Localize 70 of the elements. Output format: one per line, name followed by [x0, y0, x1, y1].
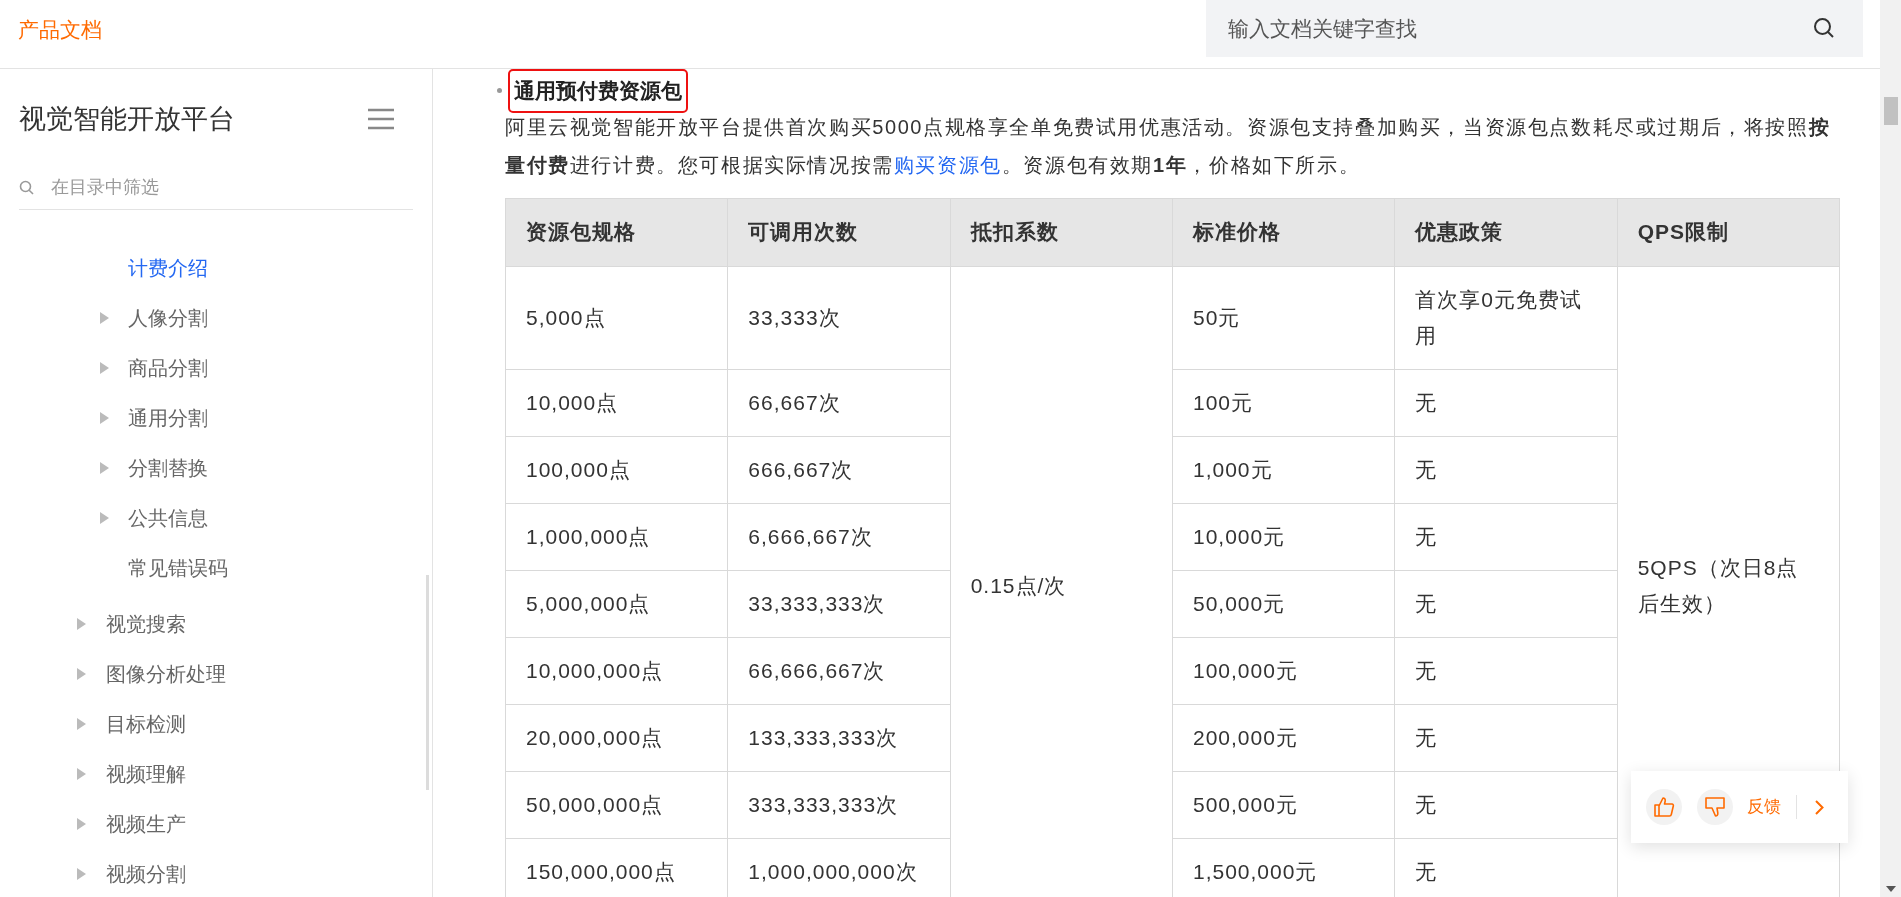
table-cell: 首次享0元免费试用 — [1394, 266, 1618, 369]
table-cell: 100,000点 — [505, 436, 728, 503]
scrollbar-thumb[interactable] — [426, 575, 429, 790]
table-cell: 33,333次 — [727, 266, 951, 369]
table-cell: 20,000,000点 — [505, 704, 728, 771]
feedback-button[interactable]: 反馈 — [1747, 794, 1781, 820]
column-header: 标准价格 — [1172, 198, 1395, 266]
sidebar-item[interactable]: 常见错误码 — [128, 553, 228, 583]
sidebar-item[interactable]: 分割替换 — [128, 453, 208, 483]
expand-arrow-icon[interactable] — [100, 462, 109, 474]
page-scrollbar[interactable] — [1880, 0, 1901, 897]
table-cell: 10,000,000点 — [505, 637, 728, 704]
expand-arrow-icon[interactable] — [100, 362, 109, 374]
scroll-down-icon[interactable] — [1885, 886, 1896, 892]
expand-arrow-icon[interactable] — [77, 818, 86, 830]
table-cell: 10,000元 — [1172, 503, 1395, 570]
sidebar-item[interactable]: 目标检测 — [106, 709, 186, 739]
sidebar-item[interactable]: 通用分割 — [128, 403, 208, 433]
table-cell: 150,000,000点 — [505, 838, 728, 897]
thumbs-down-button[interactable] — [1697, 789, 1733, 825]
column-header: QPS限制 — [1617, 198, 1840, 266]
expand-arrow-icon[interactable] — [100, 312, 109, 324]
section-heading: 通用预付费资源包 — [510, 71, 686, 111]
sidebar-item[interactable]: 计费介绍 — [128, 253, 208, 283]
table-cell: 10,000点 — [505, 369, 728, 436]
column-header: 资源包规格 — [505, 198, 728, 266]
table-cell: 100元 — [1172, 369, 1395, 436]
filter-field[interactable]: 在目录中筛选 — [19, 166, 413, 210]
table-cell: 5,000点 — [505, 266, 728, 369]
sidebar-item[interactable]: 商品分割 — [128, 353, 208, 383]
table-cell: 1,000元 — [1172, 436, 1395, 503]
table-cell: 100,000元 — [1172, 637, 1395, 704]
search-icon — [19, 180, 34, 195]
buy-link[interactable]: 购买资源包 — [893, 153, 1002, 176]
expand-arrow-icon[interactable] — [100, 512, 109, 524]
thumbs-up-icon — [1653, 796, 1675, 818]
expand-arrow-icon[interactable] — [77, 618, 86, 630]
table-cell: 50元 — [1172, 266, 1395, 369]
intro-paragraph: 阿里云视觉智能开放平台提供首次购买5000点规格享全单免费试用优惠活动。资源包支持叠加购买，当资源包点数耗尽或过期后，将按照按量付费进行计费。您可根据实际情况按需购买资源包。资源包有效期1年，价格如下所示。 — [505, 114, 1832, 178]
bullet-icon — [497, 88, 502, 94]
column-header: 优惠政策 — [1394, 198, 1618, 266]
table-cell: 50,000,000点 — [505, 771, 728, 838]
search-icon[interactable] — [1813, 17, 1835, 39]
expand-arrow-icon[interactable] — [77, 868, 86, 880]
expand-arrow-icon[interactable] — [77, 668, 86, 680]
sidebar-item[interactable]: 公共信息 — [128, 503, 208, 533]
sidebar-title: 视觉智能开放平台 — [19, 102, 235, 136]
scrollbar-thumb[interactable] — [1883, 97, 1898, 125]
sidebar-item[interactable]: 视频生产 — [106, 809, 186, 839]
table-cell: 200,000元 — [1172, 704, 1395, 771]
column-header: 可调用次数 — [727, 198, 951, 266]
table-cell: 1,000,000点 — [505, 503, 728, 570]
chevron-right-icon[interactable] — [1815, 799, 1824, 815]
sidebar-item[interactable]: 视频理解 — [106, 759, 186, 789]
sidebar-item[interactable]: 视频分割 — [106, 859, 186, 889]
table-cell: 500,000元 — [1172, 771, 1395, 838]
sidebar-item[interactable]: 人像分割 — [128, 303, 208, 333]
table-cell: 5,000,000点 — [505, 570, 728, 637]
search-field[interactable]: 输入文档关键字查找 — [1206, 0, 1863, 57]
thumbs-up-button[interactable] — [1646, 789, 1682, 825]
expand-arrow-icon[interactable] — [77, 718, 86, 730]
menu-icon[interactable] — [368, 108, 394, 130]
expand-arrow-icon[interactable] — [100, 412, 109, 424]
sidebar-item[interactable]: 视觉搜索 — [106, 609, 186, 639]
table-cell: 0.15点/次 — [950, 266, 1173, 897]
column-header: 抵扣系数 — [950, 198, 1173, 266]
table-cell: 50,000元 — [1172, 570, 1395, 637]
expand-arrow-icon[interactable] — [77, 768, 86, 780]
thumbs-down-icon — [1704, 796, 1726, 818]
sidebar-item[interactable]: 图像分析处理 — [106, 659, 226, 689]
